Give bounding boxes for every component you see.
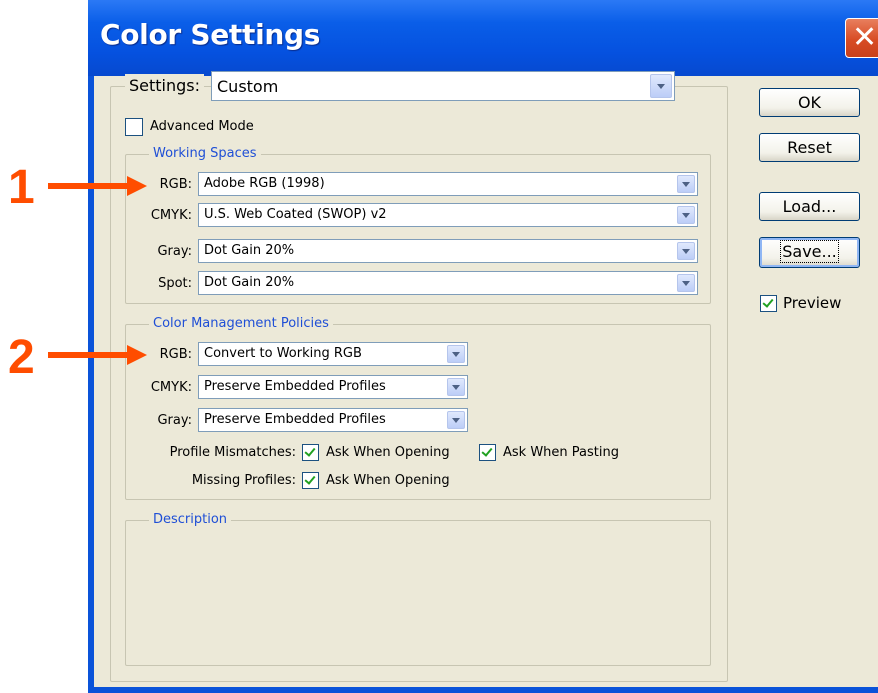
chevron-down-icon[interactable] <box>447 411 465 429</box>
annotation-number-2: 2 <box>8 331 35 384</box>
close-icon: ✕ <box>852 20 878 55</box>
annotation-arrow-2 <box>48 352 128 358</box>
load-button[interactable]: Load... <box>759 192 860 221</box>
annotation-number-1: 1 <box>8 161 35 214</box>
reset-label: Reset <box>787 138 832 157</box>
ws-cmyk-label: CMYK: <box>150 208 192 223</box>
dialog-title: Color Settings <box>100 18 321 51</box>
ok-label: OK <box>797 93 822 112</box>
missing-profiles-label: Missing Profiles: <box>191 473 296 488</box>
window-border-left <box>88 76 94 693</box>
mismatch-ask-pasting-label: Ask When Pasting <box>503 445 619 460</box>
ok-button[interactable]: OK <box>759 88 860 117</box>
chevron-down-icon[interactable] <box>677 206 695 224</box>
window-border-bottom <box>88 687 878 693</box>
ws-spot-value: Dot Gain 20% <box>204 275 295 290</box>
description-group <box>125 520 711 666</box>
policy-cmyk-value: Preserve Embedded Profiles <box>204 379 386 394</box>
ws-spot-label: Spot: <box>158 276 192 291</box>
policy-gray-label: Gray: <box>157 413 192 428</box>
description-legend: Description <box>149 512 232 527</box>
ws-rgb-select[interactable]: Adobe RGB (1998) <box>198 172 698 196</box>
missing-ask-opening-checkbox[interactable] <box>302 472 319 489</box>
save-button[interactable]: Save... <box>759 237 860 268</box>
policy-rgb-value: Convert to Working RGB <box>204 346 362 361</box>
ws-rgb-value: Adobe RGB (1998) <box>204 176 325 191</box>
ws-spot-select[interactable]: Dot Gain 20% <box>198 271 698 295</box>
settings-label: Settings: <box>125 74 205 98</box>
save-label: Save... <box>780 240 839 263</box>
settings-value: Custom <box>217 77 279 96</box>
ws-gray-label: Gray: <box>157 244 192 259</box>
chevron-down-icon[interactable] <box>650 74 672 98</box>
profile-mismatches-label: Profile Mismatches: <box>169 445 296 460</box>
load-label: Load... <box>782 197 837 216</box>
policy-cmyk-label: CMYK: <box>150 380 192 395</box>
ws-cmyk-select[interactable]: U.S. Web Coated (SWOP) v2 <box>198 203 698 227</box>
annotation-arrowhead-2 <box>127 345 147 365</box>
missing-ask-opening-label: Ask When Opening <box>326 473 450 488</box>
advanced-mode-checkbox[interactable] <box>125 118 143 136</box>
ws-cmyk-value: U.S. Web Coated (SWOP) v2 <box>204 207 387 222</box>
ws-gray-select[interactable]: Dot Gain 20% <box>198 239 698 263</box>
mismatch-ask-pasting-checkbox[interactable] <box>479 444 496 461</box>
ws-gray-value: Dot Gain 20% <box>204 243 295 258</box>
working-spaces-legend: Working Spaces <box>149 146 261 161</box>
policy-rgb-select[interactable]: Convert to Working RGB <box>198 342 468 366</box>
settings-select[interactable]: Custom <box>211 71 675 101</box>
preview-label: Preview <box>783 294 842 312</box>
chevron-down-icon[interactable] <box>447 378 465 396</box>
close-button[interactable]: ✕ <box>845 18 878 58</box>
chevron-down-icon[interactable] <box>677 242 695 260</box>
annotation-arrowhead-1 <box>127 176 147 196</box>
advanced-mode-label: Advanced Mode <box>150 119 254 134</box>
preview-checkbox[interactable] <box>760 295 777 312</box>
annotation-arrow-1 <box>48 183 128 189</box>
policy-cmyk-select[interactable]: Preserve Embedded Profiles <box>198 375 468 399</box>
policies-legend: Color Management Policies <box>149 316 333 331</box>
policy-gray-value: Preserve Embedded Profiles <box>204 412 386 427</box>
mismatch-ask-opening-label: Ask When Opening <box>326 445 450 460</box>
chevron-down-icon[interactable] <box>447 345 465 363</box>
mismatch-ask-opening-checkbox[interactable] <box>302 444 319 461</box>
policy-gray-select[interactable]: Preserve Embedded Profiles <box>198 408 468 432</box>
chevron-down-icon[interactable] <box>677 175 695 193</box>
reset-button[interactable]: Reset <box>759 133 860 162</box>
chevron-down-icon[interactable] <box>677 274 695 292</box>
